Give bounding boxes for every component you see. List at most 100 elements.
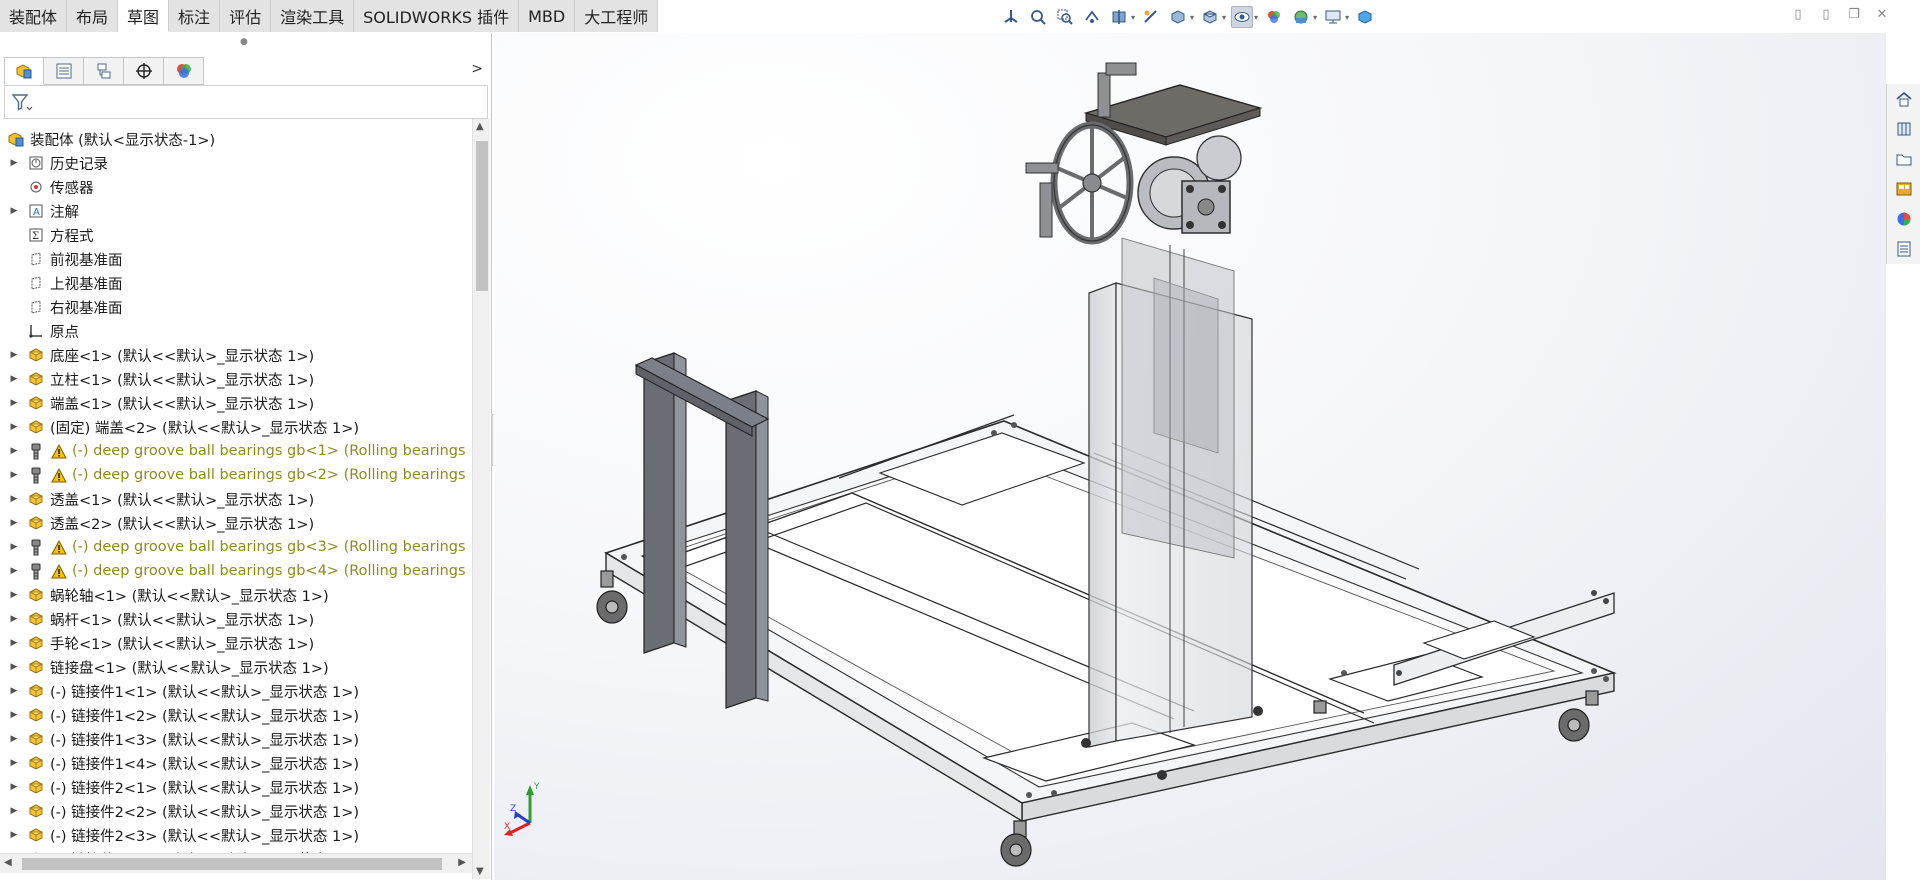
expand-arrow-icon[interactable]: ▶ (8, 542, 20, 552)
view-orientation-icon[interactable] (1000, 6, 1022, 28)
dropdown-caret-icon[interactable]: ▾ (1313, 13, 1317, 22)
tree-item[interactable]: ▶原点 (0, 319, 472, 343)
expand-arrow-icon[interactable]: ▶ (8, 686, 20, 696)
scroll-down-icon[interactable]: ▼ (476, 866, 484, 877)
tree-item[interactable]: ▶Σ方程式 (0, 223, 472, 247)
expand-arrow-icon[interactable]: ▶ (8, 350, 20, 360)
command-tab[interactable]: 渲染工具 (271, 0, 355, 32)
expand-arrow-icon[interactable]: ▶ (8, 830, 20, 840)
configurationmanager-tab[interactable] (84, 57, 124, 85)
dimxpert-tab[interactable] (124, 57, 164, 85)
tree-item[interactable]: ▶ 蜗轮轴<1> (默认<<默认>_显示状态 1>) (0, 583, 472, 607)
dropdown-caret-icon[interactable]: ▾ (1254, 13, 1258, 22)
expand-arrow-icon[interactable]: ▶ (8, 734, 20, 744)
tree-item[interactable]: ▶ 端盖<1> (默认<<默认>_显示状态 1>) (0, 391, 472, 415)
tree-item[interactable]: ▶ (-) 链接件2<1> (默认<<默认>_显示状态 1>) (0, 775, 472, 799)
dropdown-caret-icon[interactable]: ▾ (1222, 13, 1226, 22)
design-library-icon[interactable] (1893, 118, 1915, 140)
expand-arrow-icon[interactable]: ▶ (8, 422, 20, 432)
expand-arrow-icon[interactable]: ▶ (8, 446, 20, 456)
expand-arrow-icon[interactable]: ▶ (8, 374, 20, 384)
panel-expand-icon[interactable]: > (471, 61, 483, 77)
tree-item[interactable]: ▶ (-) 链接件2<3> (默认<<默认>_显示状态 1>) (0, 823, 472, 847)
custom-properties-icon[interactable] (1893, 238, 1915, 260)
apply-scene-icon[interactable] (1290, 6, 1312, 28)
expand-arrow-icon[interactable]: ▶ (8, 470, 20, 480)
expand-arrow-icon[interactable]: ▶ (8, 662, 20, 672)
dropdown-caret-icon[interactable]: ▾ (1345, 13, 1349, 22)
view-orientation-menu-icon[interactable] (1167, 6, 1189, 28)
tree-item[interactable]: ▶ 透盖<1> (默认<<默认>_显示状态 1>) (0, 487, 472, 511)
scroll-up-icon[interactable]: ▲ (476, 121, 484, 132)
panel-grip-icon[interactable]: ● (240, 37, 248, 47)
tile-right-icon[interactable]: ▯ (1818, 6, 1834, 22)
tree-item[interactable]: ▶ A 注解 (0, 199, 472, 223)
command-tab[interactable]: 大工程师 (575, 0, 659, 32)
scroll-left-icon[interactable]: ◀ (4, 857, 12, 868)
tree-item[interactable]: ▶ 历史记录 (0, 151, 472, 175)
display-style-icon[interactable] (1199, 6, 1221, 28)
edit-appearance-icon[interactable] (1263, 6, 1285, 28)
column-housing[interactable] (1081, 237, 1263, 780)
tree-root-assembly[interactable]: 装配体 (默认<显示状态-1>) (0, 127, 472, 151)
command-tab[interactable]: 装配体 (0, 0, 68, 32)
section-view-icon[interactable] (1108, 6, 1130, 28)
tree-item[interactable]: ▶上视基准面 (0, 271, 472, 295)
view-settings-icon[interactable] (1322, 6, 1344, 28)
3d-view-icon[interactable] (1354, 6, 1376, 28)
tree-item[interactable]: ▶右视基准面 (0, 295, 472, 319)
hide-show-icon[interactable] (1231, 6, 1254, 28)
tree-horizontal-scrollbar[interactable]: ◀ ▶ (0, 853, 472, 873)
tree-item[interactable]: ▶ (-) 链接件1<2> (默认<<默认>_显示状态 1>) (0, 703, 472, 727)
propertymanager-tab[interactable] (44, 57, 84, 85)
tree-vertical-scrollbar[interactable]: ▲ ▼ (472, 119, 490, 879)
tree-item[interactable]: ▶ (-) deep groove ball bearings gb<2> (Ro… (0, 463, 472, 487)
tree-item[interactable]: ▶ 底座<1> (默认<<默认>_显示状态 1>) (0, 343, 472, 367)
dropdown-caret-icon[interactable]: ▾ (1190, 13, 1194, 22)
expand-arrow-icon[interactable]: ▶ (8, 518, 20, 528)
command-tab[interactable]: 布局 (67, 0, 119, 32)
scroll-right-icon[interactable]: ▶ (458, 857, 466, 868)
command-tab[interactable]: MBD (519, 0, 576, 32)
tree-item[interactable]: ▶ (-) 链接件2<2> (默认<<默认>_显示状态 1>) (0, 799, 472, 823)
tree-filter-input[interactable] (4, 85, 488, 119)
expand-arrow-icon[interactable]: ▶ (8, 590, 20, 600)
expand-arrow-icon[interactable]: ▶ (8, 158, 20, 168)
graphics-area[interactable]: Y X Z (494, 33, 1886, 880)
expand-arrow-icon[interactable]: ▶ (8, 710, 20, 720)
expand-arrow-icon[interactable]: ▶ (8, 758, 20, 768)
expand-arrow-icon[interactable]: ▶ (8, 638, 20, 648)
tree-item[interactable]: ▶前视基准面 (0, 247, 472, 271)
zoom-area-icon[interactable] (1054, 6, 1076, 28)
expand-arrow-icon[interactable]: ▶ (8, 494, 20, 504)
tree-item[interactable]: ▶ (-) deep groove ball bearings gb<3> (Ro… (0, 535, 472, 559)
featuremanager-tab[interactable] (4, 57, 44, 85)
restore-icon[interactable]: ❐ (1846, 6, 1862, 22)
appearances-icon[interactable] (1893, 208, 1915, 230)
scrollbar-thumb[interactable] (476, 141, 488, 291)
hand-wheel[interactable] (1025, 62, 1137, 245)
tree-item[interactable]: ▶ 透盖<2> (默认<<默认>_显示状态 1>) (0, 511, 472, 535)
home-icon[interactable] (1893, 88, 1915, 110)
tree-item[interactable]: ▶ (-) 链接件1<4> (默认<<默认>_显示状态 1>) (0, 751, 472, 775)
tree-item[interactable]: ▶ 蜗杆<1> (默认<<默认>_显示状态 1>) (0, 607, 472, 631)
tree-item[interactable]: ▶ 手轮<1> (默认<<默认>_显示状态 1>) (0, 631, 472, 655)
close-icon[interactable]: ✕ (1874, 6, 1890, 22)
tree-item[interactable]: ▶ (固定) 端盖<2> (默认<<默认>_显示状态 1>) (0, 415, 472, 439)
command-tab[interactable]: 草图 (118, 0, 170, 32)
tree-item[interactable]: ▶ (-) 链接件1<1> (默认<<默认>_显示状态 1>) (0, 679, 472, 703)
tree-item[interactable]: ▶传感器 (0, 175, 472, 199)
command-tab[interactable]: 标注 (169, 0, 221, 32)
tree-item[interactable]: ▶ 立柱<1> (默认<<默认>_显示状态 1>) (0, 367, 472, 391)
command-tab[interactable]: SOLIDWORKS 插件 (354, 0, 520, 32)
view-palette-icon[interactable] (1893, 178, 1915, 200)
assembly-model-view[interactable] (494, 33, 1886, 880)
previous-view-icon[interactable] (1081, 6, 1103, 28)
tree-item[interactable]: ▶ (-) deep groove ball bearings gb<1> (Ro… (0, 439, 472, 463)
tree-item[interactable]: ▶ (-) 链接件1<3> (默认<<默认>_显示状态 1>) (0, 727, 472, 751)
gearbox[interactable] (1137, 135, 1242, 234)
tree-item[interactable]: ▶ (-) deep groove ball bearings gb<4> (Ro… (0, 559, 472, 583)
dropdown-caret-icon[interactable]: ▾ (1131, 13, 1135, 22)
expand-arrow-icon[interactable]: ▶ (8, 206, 20, 216)
file-explorer-icon[interactable] (1893, 148, 1915, 170)
